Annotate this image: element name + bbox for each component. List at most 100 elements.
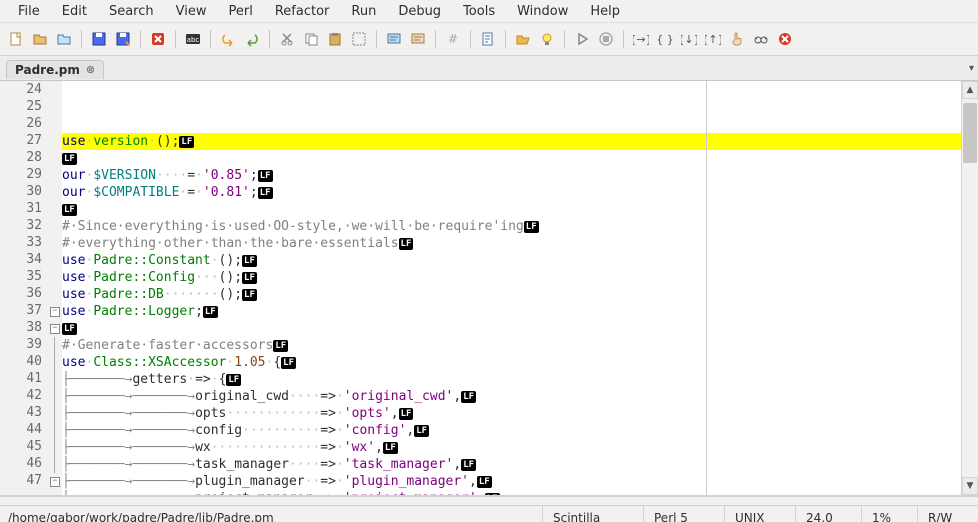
scrollbar-track[interactable] bbox=[962, 99, 978, 477]
menu-refactor[interactable]: Refactor bbox=[265, 2, 340, 21]
glasses-icon[interactable] bbox=[751, 29, 771, 49]
code-line[interactable]: #·everything·other·than·the·bare·essenti… bbox=[62, 235, 961, 252]
menu-edit[interactable]: Edit bbox=[52, 2, 97, 21]
code-area[interactable]: use·version·();LFLFour·$VERSION····=·'0.… bbox=[62, 81, 961, 495]
code-line[interactable]: ├───────→getters·=>·{LF bbox=[62, 371, 961, 388]
line-number[interactable]: 30 bbox=[0, 184, 42, 201]
hand-icon[interactable] bbox=[727, 29, 747, 49]
menu-run[interactable]: Run bbox=[341, 2, 386, 21]
folder-open-icon[interactable] bbox=[513, 29, 533, 49]
line-number[interactable]: 37 bbox=[0, 303, 42, 320]
copy-icon[interactable] bbox=[301, 29, 321, 49]
line-number[interactable]: 34 bbox=[0, 252, 42, 269]
scrollbar-thumb[interactable] bbox=[963, 103, 977, 163]
line-number[interactable]: 39 bbox=[0, 337, 42, 354]
save-as-icon[interactable] bbox=[113, 29, 133, 49]
close-all-icon[interactable] bbox=[775, 29, 795, 49]
brackets4-icon[interactable]: {↑} bbox=[703, 29, 723, 49]
code-line[interactable]: #·Generate·faster·accessorsLF bbox=[62, 337, 961, 354]
line-number[interactable]: 43 bbox=[0, 405, 42, 422]
line-number[interactable]: 40 bbox=[0, 354, 42, 371]
code-line[interactable]: use·Padre::Constant·();LF bbox=[62, 252, 961, 269]
undo-icon[interactable] bbox=[218, 29, 238, 49]
scrollbar-up-icon[interactable]: ▲ bbox=[962, 81, 978, 99]
run-icon[interactable] bbox=[572, 29, 592, 49]
editor-tab[interactable]: Padre.pm ⊗ bbox=[6, 60, 104, 79]
menu-debug[interactable]: Debug bbox=[388, 2, 451, 21]
hash-icon[interactable]: # bbox=[443, 29, 463, 49]
save-icon[interactable] bbox=[89, 29, 109, 49]
scrollbar-down-icon[interactable]: ▼ bbox=[962, 477, 978, 495]
brackets2-icon[interactable]: { } bbox=[655, 29, 675, 49]
open-file-icon[interactable] bbox=[30, 29, 50, 49]
folder-icon[interactable] bbox=[54, 29, 74, 49]
tab-close-icon[interactable]: ⊗ bbox=[86, 63, 95, 76]
brackets1-icon[interactable]: {→} bbox=[631, 29, 651, 49]
status-lang[interactable]: Perl 5 bbox=[644, 506, 725, 522]
menu-help[interactable]: Help bbox=[580, 2, 630, 21]
code-line[interactable]: use·version·();LF bbox=[62, 133, 961, 150]
resize-handle[interactable] bbox=[0, 496, 978, 505]
close-icon[interactable] bbox=[148, 29, 168, 49]
line-number[interactable]: 29 bbox=[0, 167, 42, 184]
paste-icon[interactable] bbox=[325, 29, 345, 49]
line-number[interactable]: 31 bbox=[0, 201, 42, 218]
brackets3-icon[interactable]: {↓} bbox=[679, 29, 699, 49]
menu-tools[interactable]: Tools bbox=[453, 2, 505, 21]
code-line[interactable]: ├───────→───────→task_manager····=>·'tas… bbox=[62, 456, 961, 473]
line-number[interactable]: 24 bbox=[0, 82, 42, 99]
line-number[interactable]: 41 bbox=[0, 371, 42, 388]
code-line[interactable]: #·Since·everything·is·used·OO-style,·we·… bbox=[62, 218, 961, 235]
new-file-icon[interactable] bbox=[6, 29, 26, 49]
line-number[interactable]: 33 bbox=[0, 235, 42, 252]
comment-icon[interactable] bbox=[384, 29, 404, 49]
line-number[interactable]: 47 bbox=[0, 473, 42, 490]
doc-icon[interactable] bbox=[478, 29, 498, 49]
code-line[interactable]: ├───────→───────→plugin_manager··=>·'plu… bbox=[62, 473, 961, 490]
line-number[interactable]: 28 bbox=[0, 150, 42, 167]
redo-icon[interactable] bbox=[242, 29, 262, 49]
line-number[interactable]: 44 bbox=[0, 422, 42, 439]
code-line[interactable]: LF bbox=[62, 320, 961, 337]
code-line[interactable]: LF bbox=[62, 201, 961, 218]
line-number[interactable]: 35 bbox=[0, 269, 42, 286]
line-number[interactable]: 32 bbox=[0, 218, 42, 235]
code-line[interactable]: LF bbox=[62, 150, 961, 167]
tab-overflow-icon[interactable]: ▾ bbox=[969, 63, 974, 74]
bulb-icon[interactable] bbox=[537, 29, 557, 49]
status-encoding[interactable]: UNIX bbox=[725, 506, 796, 522]
line-number[interactable]: 25 bbox=[0, 99, 42, 116]
code-line[interactable]: use·Padre::Config···();LF bbox=[62, 269, 961, 286]
select-all-icon[interactable] bbox=[349, 29, 369, 49]
uncomment-icon[interactable] bbox=[408, 29, 428, 49]
fold-gutter[interactable]: −−− bbox=[48, 81, 62, 495]
fold-toggle-icon[interactable]: − bbox=[48, 303, 62, 320]
code-line[interactable]: our·$COMPATIBLE·=·'0.81';LF bbox=[62, 184, 961, 201]
menu-perl[interactable]: Perl bbox=[218, 2, 262, 21]
line-number[interactable]: 36 bbox=[0, 286, 42, 303]
abc-icon[interactable]: abc bbox=[183, 29, 203, 49]
code-line[interactable]: ├───────→───────→wx··············=>·'wx'… bbox=[62, 439, 961, 456]
code-line[interactable]: our·$VERSION····=·'0.85';LF bbox=[62, 167, 961, 184]
line-number[interactable]: 46 bbox=[0, 456, 42, 473]
code-line[interactable]: use·Padre::DB·······();LF bbox=[62, 286, 961, 303]
line-number-gutter[interactable]: 2425262728293031323334353637383940414243… bbox=[0, 81, 48, 495]
status-highlighter[interactable]: Scintilla bbox=[543, 506, 644, 522]
code-line[interactable]: ├───────→───────→config··········=>·'con… bbox=[62, 422, 961, 439]
cut-icon[interactable] bbox=[277, 29, 297, 49]
fold-toggle-icon[interactable]: − bbox=[48, 320, 62, 337]
menu-file[interactable]: File bbox=[8, 2, 50, 21]
menu-window[interactable]: Window bbox=[507, 2, 578, 21]
line-number[interactable]: 38 bbox=[0, 320, 42, 337]
code-line[interactable]: ├───────→───────→project_manager·=>·'pro… bbox=[62, 490, 961, 495]
code-line[interactable]: use·Padre::Logger;LF bbox=[62, 303, 961, 320]
line-number[interactable]: 27 bbox=[0, 133, 42, 150]
fold-toggle-icon[interactable]: − bbox=[48, 473, 62, 490]
code-line[interactable]: ├───────→───────→original_cwd····=>·'ori… bbox=[62, 388, 961, 405]
vertical-scrollbar[interactable]: ▲ ▼ bbox=[961, 81, 978, 495]
line-number[interactable]: 42 bbox=[0, 388, 42, 405]
menu-view[interactable]: View bbox=[166, 2, 217, 21]
menu-search[interactable]: Search bbox=[99, 2, 164, 21]
code-line[interactable]: ├───────→───────→opts············=>·'opt… bbox=[62, 405, 961, 422]
code-line[interactable]: use·Class::XSAccessor·1.05·{LF bbox=[62, 354, 961, 371]
